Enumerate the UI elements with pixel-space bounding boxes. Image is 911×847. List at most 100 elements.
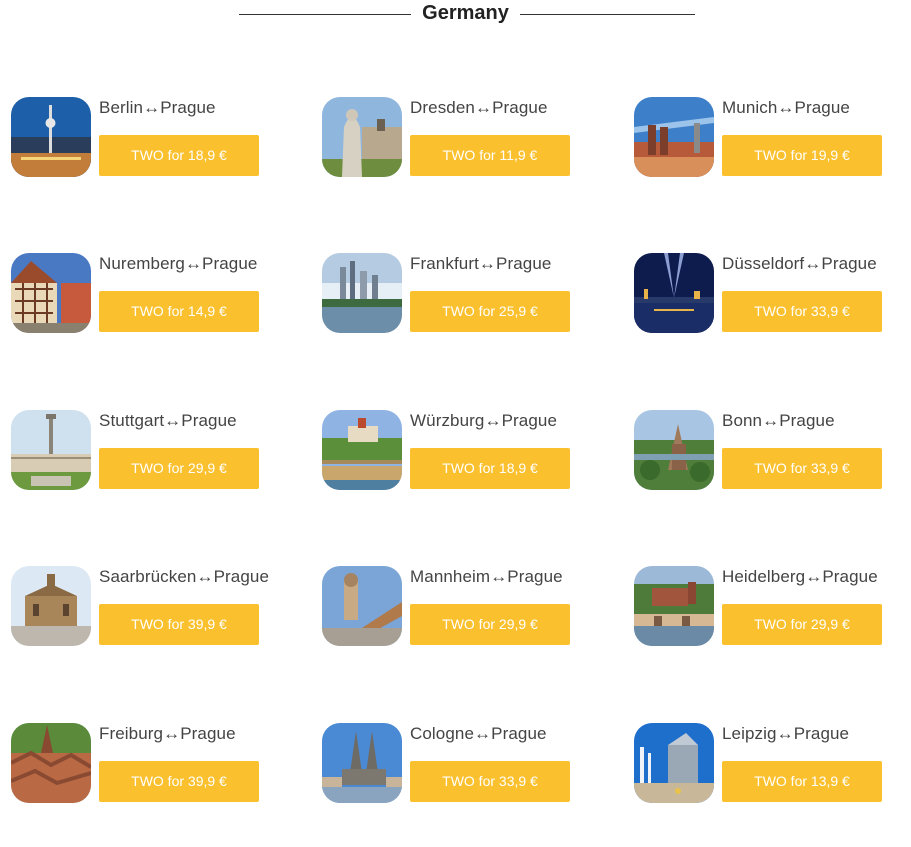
route-card: Bonn↔Prague TWO for 33,9 € [634,410,911,492]
price-button[interactable]: TWO for 14,9 € [99,291,259,332]
price-button[interactable]: TWO for 29,9 € [99,448,259,489]
origin-city: Düsseldorf [722,254,805,273]
wurzburg-fortress-photo[interactable] [322,410,402,490]
destination-city: Prague [160,98,216,117]
left-right-arrow-icon: ↔ [804,254,822,273]
price-button[interactable]: TWO for 33,9 € [722,291,882,332]
bonn-castle-photo[interactable] [634,410,714,490]
destination-city: Prague [822,567,878,586]
route-card: Frankfurt↔Prague TWO for 25,9 € [322,253,602,335]
saarbrucken-church-photo[interactable] [11,566,91,646]
route-card: Cologne↔Prague TWO for 33,9 € [322,723,602,805]
route-card: Freiburg↔Prague TWO for 39,9 € [11,723,291,805]
origin-city: Stuttgart [99,411,165,430]
left-right-arrow-icon: ↔ [490,567,508,586]
route-card: Leipzig↔Prague TWO for 13,9 € [634,723,911,805]
route-title[interactable]: Bonn↔Prague [722,411,835,431]
price-button[interactable]: TWO for 11,9 € [410,135,570,176]
price-button[interactable]: TWO for 29,9 € [722,604,882,645]
route-card: Saarbrücken↔Prague TWO for 39,9 € [11,566,291,648]
price-button[interactable]: TWO for 29,9 € [410,604,570,645]
route-card: Dresden↔Prague TWO for 11,9 € [322,97,602,179]
nuremberg-timber-houses-photo[interactable] [11,253,91,333]
header-line-left [239,14,411,15]
route-title[interactable]: Munich↔Prague [722,98,850,118]
origin-city: Berlin [99,98,144,117]
origin-city: Mannheim [410,567,491,586]
destination-city: Prague [492,98,548,117]
left-right-arrow-icon: ↔ [777,98,795,117]
destination-city: Prague [181,411,237,430]
destination-city: Prague [496,254,552,273]
left-right-arrow-icon: ↔ [163,724,181,743]
route-title[interactable]: Düsseldorf↔Prague [722,254,877,274]
route-title[interactable]: Würzburg↔Prague [410,411,557,431]
left-right-arrow-icon: ↔ [164,411,182,430]
route-title[interactable]: Heidelberg↔Prague [722,567,878,587]
left-right-arrow-icon: ↔ [762,411,780,430]
price-button[interactable]: TWO for 18,9 € [410,448,570,489]
cologne-cathedral-photo[interactable] [322,723,402,803]
destination-city: Prague [180,724,236,743]
left-right-arrow-icon: ↔ [196,567,214,586]
origin-city: Nuremberg [99,254,185,273]
route-title[interactable]: Mannheim↔Prague [410,567,563,587]
origin-city: Saarbrücken [99,567,197,586]
section-header: Germany [0,0,911,30]
route-title[interactable]: Leipzig↔Prague [722,724,849,744]
destination-city: Prague [491,724,547,743]
price-button[interactable]: TWO for 13,9 € [722,761,882,802]
price-button[interactable]: TWO for 33,9 € [722,448,882,489]
route-title[interactable]: Saarbrücken↔Prague [99,567,269,587]
route-card: Würzburg↔Prague TWO for 18,9 € [322,410,602,492]
destination-city: Prague [507,567,563,586]
destination-city: Prague [501,411,558,430]
route-card: Heidelberg↔Prague TWO for 29,9 € [634,566,911,648]
route-card: Mannheim↔Prague TWO for 29,9 € [322,566,602,648]
left-right-arrow-icon: ↔ [776,724,794,743]
destination-city: Prague [779,411,835,430]
route-title[interactable]: Dresden↔Prague [410,98,548,118]
route-card: Munich↔Prague TWO for 19,9 € [634,97,911,179]
route-title[interactable]: Freiburg↔Prague [99,724,236,744]
route-card: Stuttgart↔Prague TWO for 29,9 € [11,410,291,492]
price-button[interactable]: TWO for 19,9 € [722,135,882,176]
heidelberg-castle-photo[interactable] [634,566,714,646]
route-title[interactable]: Nuremberg↔Prague [99,254,257,274]
price-button[interactable]: TWO for 39,9 € [99,761,259,802]
origin-city: Heidelberg [722,567,806,586]
left-right-arrow-icon: ↔ [474,724,492,743]
dusseldorf-night-photo[interactable] [634,253,714,333]
price-button[interactable]: TWO for 33,9 € [410,761,570,802]
left-right-arrow-icon: ↔ [805,567,823,586]
price-button[interactable]: TWO for 25,9 € [410,291,570,332]
left-right-arrow-icon: ↔ [184,254,203,273]
frankfurt-skyline-photo[interactable] [322,253,402,333]
munich-cityscape-photo[interactable] [634,97,714,177]
left-right-arrow-icon: ↔ [478,254,497,273]
origin-city: Bonn [722,411,763,430]
route-title[interactable]: Frankfurt↔Prague [410,254,551,274]
stuttgart-column-photo[interactable] [11,410,91,490]
left-right-arrow-icon: ↔ [474,98,493,117]
berlin-tv-tower-photo[interactable] [11,97,91,177]
origin-city: Freiburg [99,724,164,743]
origin-city: Würzburg [410,411,485,430]
route-title[interactable]: Berlin↔Prague [99,98,216,118]
section-title: Germany [422,2,509,24]
route-title[interactable]: Cologne↔Prague [410,724,547,744]
origin-city: Munich [722,98,778,117]
price-button[interactable]: TWO for 39,9 € [99,604,259,645]
dresden-statue-photo[interactable] [322,97,402,177]
destination-city: Prague [202,254,258,273]
price-button[interactable]: TWO for 18,9 € [99,135,259,176]
freiburg-rooftops-photo[interactable] [11,723,91,803]
origin-city: Frankfurt [410,254,479,273]
route-card: Düsseldorf↔Prague TWO for 33,9 € [634,253,911,335]
route-title[interactable]: Stuttgart↔Prague [99,411,237,431]
left-right-arrow-icon: ↔ [484,411,502,430]
route-card: Berlin↔Prague TWO for 18,9 € [11,97,291,179]
mannheim-water-tower-photo[interactable] [322,566,402,646]
leipzig-modern-building-photo[interactable] [634,723,714,803]
destination-city: Prague [213,567,270,586]
